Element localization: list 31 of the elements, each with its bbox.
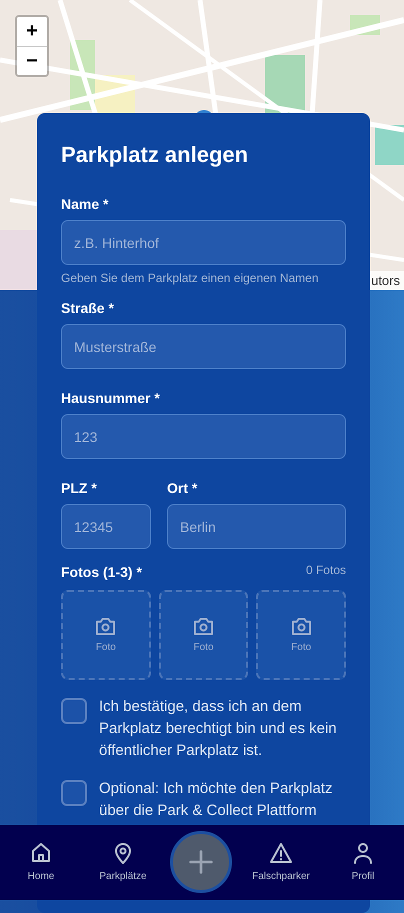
input-field[interactable]: 123 [61,414,346,459]
photo-count: 0 Fotos [306,563,346,577]
field-label: Hausnummer * [61,389,161,407]
nav-tab[interactable]: Falschparker [246,841,316,882]
camera-icon [94,617,118,636]
checkbox[interactable] [61,780,87,806]
field-label: Fotos (1-3) * [61,563,142,581]
person-icon [351,841,375,865]
nav-tab[interactable]: Parkplätze [88,841,158,882]
field-label: Straße * [61,299,115,317]
nav-tab[interactable]: Home [6,841,76,882]
nav-tab[interactable]: Profil [328,841,398,882]
checkbox-label: Ich bestätige, dass ich an dem Parkplatz berechtigt bin und es kein öffentlicher Parkplatz ist. [99,697,338,761]
input-field[interactable]: z.B. Hinterhof [61,220,346,265]
plus-icon [188,849,214,875]
zoom-out-button[interactable]: − [17,46,47,75]
camera-icon [192,617,215,636]
field-label: Ort * [167,479,198,497]
warning-icon [269,841,293,865]
field-label: PLZ * [61,479,98,497]
zoom-in-button[interactable]: + [17,17,47,46]
checkbox[interactable] [61,698,87,724]
input-field[interactable]: 12345 [61,504,151,549]
dialog-title: Parkplatz anlegen [61,141,250,169]
input-field[interactable]: Musterstraße [61,324,346,369]
field-hint: Geben Sie dem Parkplatz einen eigenen Namen [61,271,320,285]
field-label: Name * [61,195,110,213]
checkbox-label: Optional: Ich möchte den Parkplatz über die Park & Collect Plattform [99,779,334,821]
input-field[interactable]: Berlin [167,504,346,549]
camera-icon [290,617,313,636]
home-icon [29,841,53,865]
